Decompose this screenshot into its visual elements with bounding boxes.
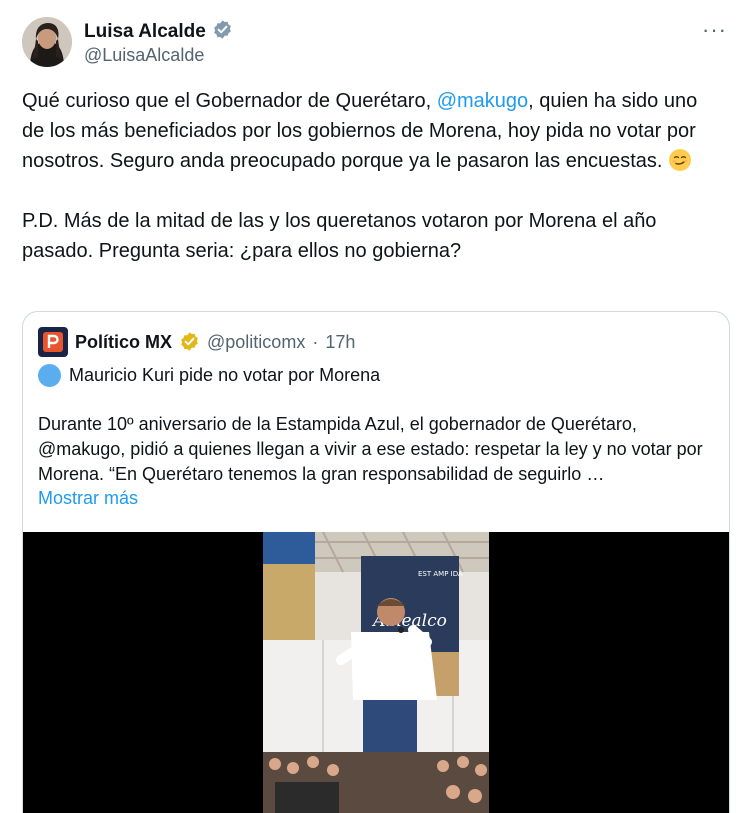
dot-separator: · bbox=[312, 331, 319, 352]
verified-grey-badge-icon[interactable] bbox=[212, 19, 233, 45]
tweet-text-part: Qué curioso que el Gobernador de Queréta… bbox=[22, 90, 437, 112]
quoted-body: Durante 10º aniversario de la Estampida … bbox=[38, 414, 703, 484]
banner-small-text: EST AMP IDA bbox=[418, 570, 463, 578]
quoted-author-handle[interactable]: @politicomx bbox=[207, 332, 305, 353]
quoted-header: Político MX @politicomx · 17h bbox=[38, 327, 355, 357]
author-handle[interactable]: @LuisaAlcalde bbox=[84, 45, 204, 66]
blue-circle-emoji bbox=[38, 364, 61, 387]
author-avatar[interactable] bbox=[22, 17, 72, 67]
tweet-text: Qué curioso que el Gobernador de Queréta… bbox=[22, 86, 722, 266]
mention-link[interactable]: @makugo bbox=[437, 90, 528, 112]
smirk-emoji-icon bbox=[668, 148, 692, 172]
tweet: Luisa Alcalde @LuisaAlcalde ··· Qué curi… bbox=[0, 0, 747, 813]
politico-logo-icon[interactable] bbox=[38, 327, 68, 357]
quoted-timestamp[interactable]: 17h bbox=[325, 332, 355, 353]
tweet-text-part: P.D. Más de la mitad de las y los queret… bbox=[22, 210, 662, 262]
author-name-row: Luisa Alcalde bbox=[84, 19, 233, 45]
quoted-video[interactable]: Amealco EST AMP IDA bbox=[23, 531, 729, 813]
quoted-tweet[interactable]: Político MX @politicomx · 17h Mauricio K… bbox=[22, 311, 730, 813]
quoted-headline-row: Mauricio Kuri pide no votar por Morena bbox=[38, 364, 380, 387]
show-more-link[interactable]: Mostrar más bbox=[38, 488, 138, 509]
verified-gold-badge-icon bbox=[179, 331, 200, 353]
video-frame: Amealco EST AMP IDA bbox=[23, 531, 729, 813]
quoted-headline: Mauricio Kuri pide no votar por Morena bbox=[69, 365, 381, 385]
quoted-author-name[interactable]: Político MX bbox=[75, 332, 172, 353]
more-icon[interactable]: ··· bbox=[702, 19, 727, 41]
author-name[interactable]: Luisa Alcalde bbox=[84, 21, 206, 43]
